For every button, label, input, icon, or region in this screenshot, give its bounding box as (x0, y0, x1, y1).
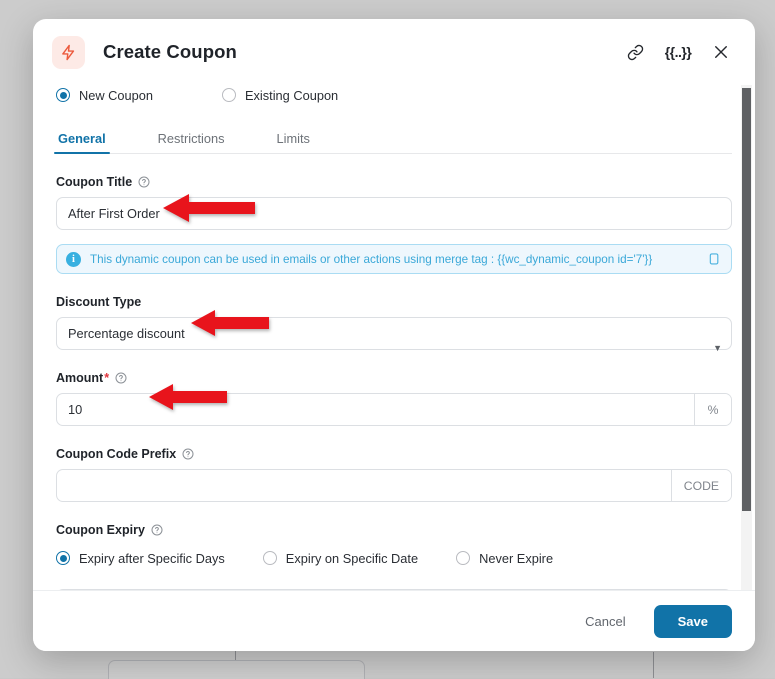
radio-existing-coupon-control[interactable] (221, 88, 236, 102)
create-coupon-modal: Create Coupon {{..}} Select Co (33, 19, 755, 651)
modal-scrollbar[interactable] (741, 85, 752, 590)
merge-tag-glyph: {{..}} (664, 44, 692, 60)
radio-expiry-on-date-label: Expiry on Specific Date (285, 550, 419, 566)
background-card (108, 660, 365, 679)
help-icon[interactable] (182, 448, 194, 460)
radio-never-expire[interactable]: Never Expire (456, 551, 553, 566)
radio-existing-coupon[interactable]: Existing Coupon (221, 87, 339, 103)
coupon-expiry-label: Coupon Expiry (56, 523, 732, 537)
lightning-bolt-icon (52, 35, 85, 69)
modal-scrollbar-thumb[interactable] (742, 88, 751, 511)
tab-bar: General Restrictions Limits (54, 125, 732, 154)
page-title: Create Coupon (103, 41, 237, 62)
coupon-code-prefix-label-text: Coupon Code Prefix (56, 447, 177, 461)
radio-expiry-after-days-label: Expiry after Specific Days (79, 550, 225, 566)
help-icon[interactable] (151, 524, 163, 536)
close-icon[interactable] (709, 40, 733, 64)
modal-scroll-content: Select Coupon Type New Coupon Existing C… (54, 85, 732, 590)
discount-type-label-text: Discount Type (56, 295, 142, 309)
info-icon: i (66, 251, 81, 267)
modal-body: Select Coupon Type New Coupon Existing C… (33, 85, 755, 590)
discount-type-value: Percentage discount (68, 326, 185, 341)
coupon-expiry-label-text: Coupon Expiry (56, 523, 145, 537)
radio-expiry-after-days-control[interactable] (56, 551, 70, 565)
copy-icon[interactable] (705, 252, 720, 267)
tab-limits[interactable]: Limits (275, 131, 312, 153)
radio-expiry-on-date-control[interactable] (262, 551, 277, 565)
field-coupon-title: Coupon Title (56, 175, 732, 230)
coupon-expiry-radio-group: Expiry after Specific Days Expiry on Spe… (56, 545, 732, 571)
header-actions: {{..}} (623, 40, 733, 64)
help-icon[interactable] (138, 176, 150, 188)
radio-new-coupon-control[interactable] (56, 88, 70, 102)
coupon-title-label-text: Coupon Title (56, 175, 133, 189)
cancel-button[interactable]: Cancel (581, 608, 629, 635)
radio-new-coupon-label: New Coupon (79, 87, 153, 103)
field-expiry-days: Days (56, 589, 732, 590)
dynamic-coupon-notice-text: This dynamic coupon can be used in email… (90, 252, 653, 266)
modal-footer: Cancel Save (33, 590, 755, 651)
discount-type-label: Discount Type (56, 295, 732, 309)
field-coupon-expiry: Coupon Expiry Expiry after Specific Days (56, 523, 732, 571)
merge-tag-icon[interactable]: {{..}} (664, 40, 692, 64)
amount-input[interactable] (57, 394, 694, 425)
amount-input-wrap: % (56, 393, 732, 426)
chevron-down-icon[interactable]: ▼ (713, 344, 722, 353)
coupon-code-prefix-input-wrap: CODE (56, 469, 732, 502)
modal-header: Create Coupon {{..}} (33, 19, 755, 85)
radio-never-expire-label: Never Expire (479, 550, 554, 566)
amount-label: Amount * (56, 371, 732, 385)
coupon-code-suffix-code: CODE (670, 470, 731, 501)
radio-expiry-on-date[interactable]: Expiry on Specific Date (262, 550, 419, 566)
link-icon[interactable] (623, 40, 647, 64)
radio-new-coupon[interactable]: New Coupon (56, 88, 153, 103)
required-marker: * (104, 371, 110, 385)
help-icon[interactable] (115, 372, 127, 384)
discount-type-select[interactable]: Percentage discount ▼ (56, 317, 732, 353)
coupon-code-prefix-label: Coupon Code Prefix (56, 447, 732, 461)
tab-general[interactable]: General (54, 131, 110, 154)
field-discount-type: Discount Type Percentage discount ▼ (56, 295, 732, 353)
tab-restrictions[interactable]: Restrictions (156, 131, 227, 153)
field-coupon-code-prefix: Coupon Code Prefix CODE (56, 447, 732, 502)
radio-expiry-after-days[interactable]: Expiry after Specific Days (56, 551, 225, 566)
expiry-days-input-wrap: Days (56, 589, 732, 590)
radio-never-expire-control[interactable] (456, 551, 471, 565)
dynamic-coupon-notice: i This dynamic coupon can be used in ema… (56, 244, 732, 274)
background-divider-right (653, 652, 654, 678)
amount-suffix-percent: % (694, 394, 731, 425)
coupon-type-radio-group: New Coupon Existing Coupon (56, 85, 732, 108)
coupon-title-label: Coupon Title (56, 175, 732, 189)
coupon-code-prefix-input[interactable] (57, 470, 671, 501)
field-amount: Amount * % (56, 371, 732, 426)
coupon-title-input-wrap (56, 197, 732, 230)
save-button[interactable]: Save (653, 604, 732, 638)
coupon-title-input[interactable] (57, 198, 731, 229)
radio-existing-coupon-label: Existing Coupon (244, 87, 339, 103)
amount-label-text: Amount (56, 371, 104, 385)
